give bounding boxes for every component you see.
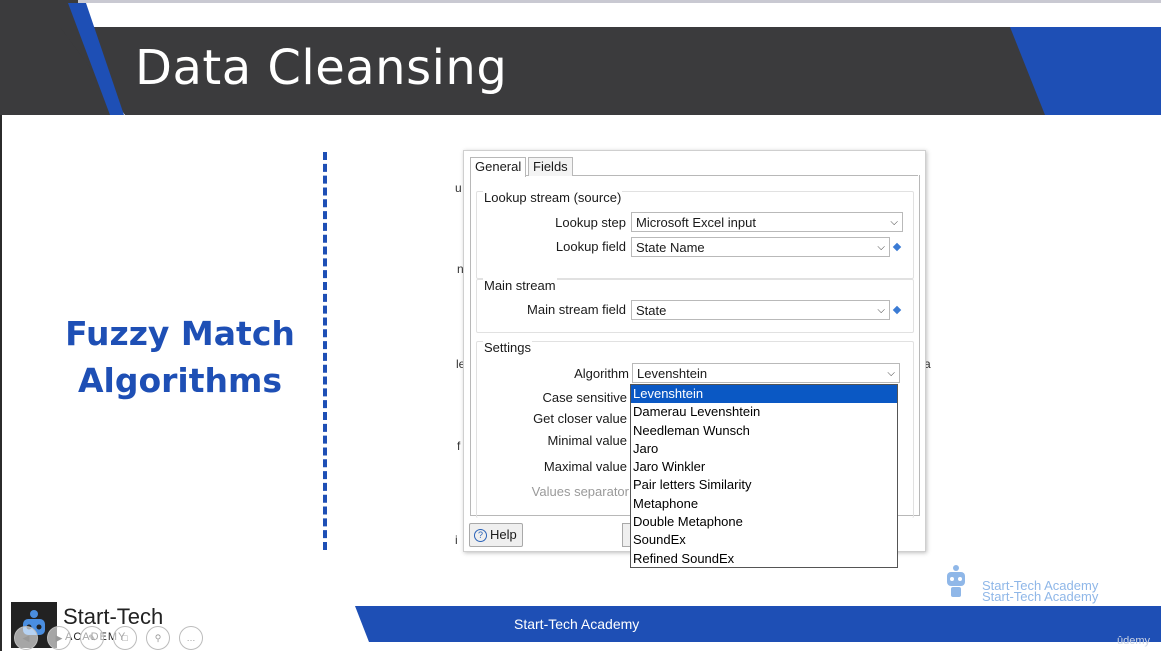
get-closer-value-label: Get closer value [533,411,627,426]
case-sensitive-label: Case sensitive [542,390,627,405]
algorithm-option[interactable]: SoundEx [631,531,897,549]
main-stream-field-value: State [636,303,667,318]
side-heading-line1: Fuzzy Match [65,314,295,353]
main-stream-field-label: Main stream field [527,302,626,317]
lookup-stream-group: Lookup stream (source) Lookup step Micro… [476,190,914,279]
tab-fields[interactable]: Fields [528,157,573,176]
udemy-watermark: ûdemy [1117,635,1151,647]
tab-general[interactable]: General [470,157,527,177]
main-stream-group: Main stream Main stream field State ⌵ [476,278,914,333]
next-icon[interactable]: ▶ [47,626,71,650]
variable-diamond-icon[interactable] [892,242,902,252]
background-window-fragment: f [457,439,461,453]
algorithm-option[interactable]: Jaro Winkler [631,458,897,476]
slides-icon[interactable]: □ [113,626,137,650]
lookup-field-select[interactable]: State Name ⌵ [631,237,890,257]
chevron-down-icon: ⌵ [877,305,885,316]
algorithm-option[interactable]: Double Metaphone [631,513,897,531]
dashed-divider [323,152,327,550]
algorithm-dropdown-list: Levenshtein Damerau Levenshtein Needlema… [630,384,898,568]
side-heading: Fuzzy Match Algorithms [60,310,300,404]
help-button-label: Help [490,527,517,542]
footer-center-text: Start-Tech Academy [514,616,640,632]
chevron-down-icon: ⌵ [890,217,898,228]
variable-diamond-icon[interactable] [892,305,902,315]
question-icon: ? [474,529,487,542]
settings-group-title: Settings [483,340,532,355]
main-stream-field-select[interactable]: State ⌵ [631,300,890,320]
top-border [0,0,1161,3]
header-blue-stripe [68,3,124,115]
algorithm-option[interactable]: Levenshtein [631,385,897,404]
more-icon[interactable]: … [179,626,203,650]
zoom-icon[interactable]: ⚲ [146,626,170,650]
watermark-text: Start-Tech Academy Start-Tech Academy [982,579,1099,604]
footer-band [355,606,1161,642]
background-window-fragment: i [455,533,458,547]
main-group-title: Main stream [483,278,557,293]
values-separator-label: Values separator [531,484,629,499]
minimal-value-label: Minimal value [547,433,627,448]
algorithm-value: Levenshtein [637,366,708,381]
robot-logo-icon [942,564,970,598]
lookup-field-value: State Name [636,240,705,255]
chevron-down-icon: ⌵ [887,368,895,379]
lookup-group-title: Lookup stream (source) [483,190,623,205]
side-heading-line2: Algorithms [77,361,283,400]
left-edge-line [0,115,2,651]
algorithm-option[interactable]: Needleman Wunsch [631,422,897,440]
pen-icon[interactable]: ✎ [80,626,104,650]
algorithm-option[interactable]: Metaphone [631,495,897,513]
player-controls: ◀ ▶ ✎ □ ⚲ … [14,626,212,650]
algorithm-option[interactable]: Damerau Levenshtein [631,403,897,421]
algorithm-select[interactable]: Levenshtein ⌵ [632,363,900,383]
algorithm-option[interactable]: Jaro [631,440,897,458]
maximal-value-label: Maximal value [543,459,627,474]
tab-strip: General Fields [470,155,918,177]
previous-icon[interactable]: ◀ [14,626,38,650]
watermark-line2: Start-Tech Academy [982,589,1099,604]
algorithm-label: Algorithm [574,366,629,381]
slide-title: Data Cleansing [135,40,508,96]
lookup-step-value: Microsoft Excel input [636,215,756,230]
algorithm-option[interactable]: Pair letters Similarity [631,476,897,494]
lookup-step-label: Lookup step [555,215,626,230]
lookup-field-label: Lookup field [555,239,626,254]
background-window-fragment: u [455,181,462,195]
algorithm-option[interactable]: Refined SoundEx [631,550,897,568]
lookup-step-select[interactable]: Microsoft Excel input ⌵ [631,212,903,232]
help-button[interactable]: ? Help [469,523,523,547]
chevron-down-icon: ⌵ [877,242,885,253]
